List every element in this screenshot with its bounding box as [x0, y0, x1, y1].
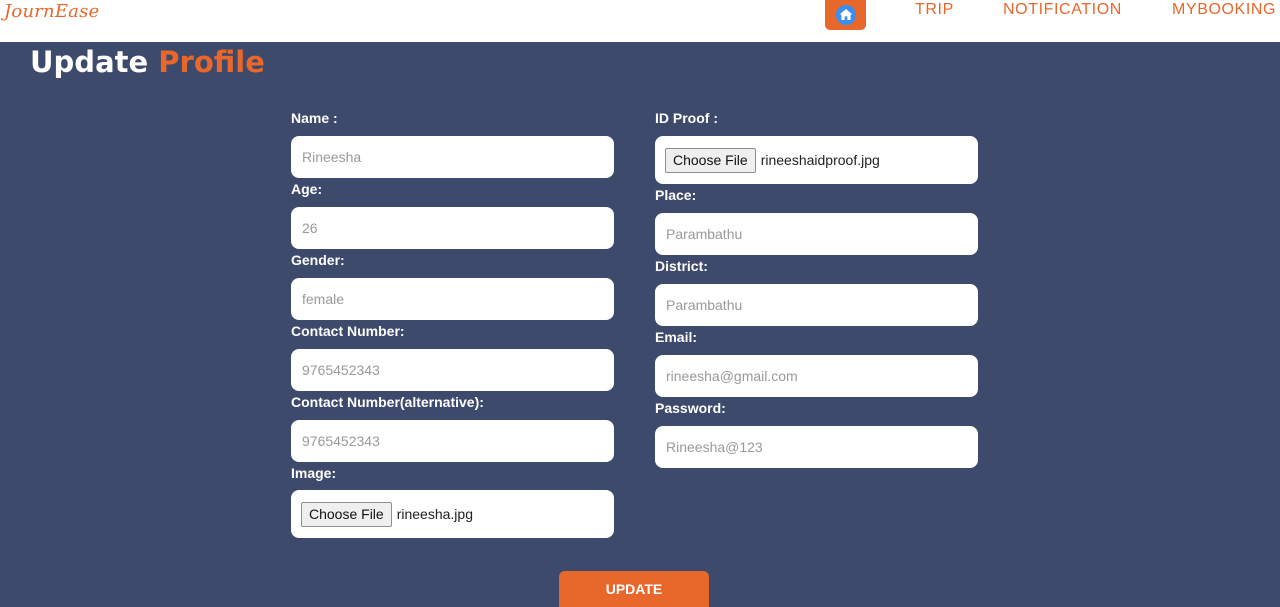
age-label: Age:: [291, 181, 323, 197]
contact-number-input[interactable]: [291, 349, 614, 391]
gender-label: Gender:: [291, 252, 345, 268]
contact-number-alt-input[interactable]: [291, 420, 614, 462]
image-choose-file-button[interactable]: Choose File: [301, 501, 392, 527]
navbar: JournEase TRIP NOTIFICATION MYBOOKING: [0, 0, 1280, 42]
brand-logo[interactable]: JournEase: [4, 1, 99, 22]
page-title-main: Update: [30, 45, 149, 79]
district-input[interactable]: [655, 284, 978, 326]
id-proof-label: ID Proof :: [655, 110, 718, 126]
place-label: Place:: [655, 187, 697, 203]
contact-number-label: Contact Number:: [291, 323, 405, 339]
name-label: Name :: [291, 110, 338, 126]
district-label: District:: [655, 258, 708, 274]
home-button[interactable]: [825, 0, 866, 30]
id-proof-choose-file-button[interactable]: Choose File: [665, 147, 756, 173]
home-icon: [835, 4, 856, 26]
nav-trip-link[interactable]: TRIP: [915, 1, 954, 19]
place-input[interactable]: [655, 213, 978, 255]
id-proof-file-input[interactable]: Choose File rineeshaidproof.jpg: [655, 136, 978, 184]
id-proof-file-name: rineeshaidproof.jpg: [760, 152, 880, 168]
gender-input[interactable]: [291, 278, 614, 320]
email-input[interactable]: [655, 355, 978, 397]
age-input[interactable]: [291, 207, 614, 249]
contact-number-alt-label: Contact Number(alternative):: [291, 394, 484, 410]
update-button[interactable]: UPDATE: [559, 571, 709, 607]
nav-notification-link[interactable]: NOTIFICATION: [1003, 1, 1122, 19]
page-title-accent: Profile: [158, 45, 265, 79]
name-input[interactable]: [291, 136, 614, 178]
password-input[interactable]: [655, 426, 978, 468]
password-label: Password:: [655, 400, 726, 416]
image-file-name: rineesha.jpg: [396, 506, 473, 522]
image-file-input[interactable]: Choose File rineesha.jpg: [291, 490, 614, 538]
page-title: Update Profile: [30, 45, 265, 79]
nav-mybooking-link[interactable]: MYBOOKING: [1172, 1, 1276, 19]
image-label: Image:: [291, 465, 337, 481]
email-label: Email:: [655, 329, 698, 345]
